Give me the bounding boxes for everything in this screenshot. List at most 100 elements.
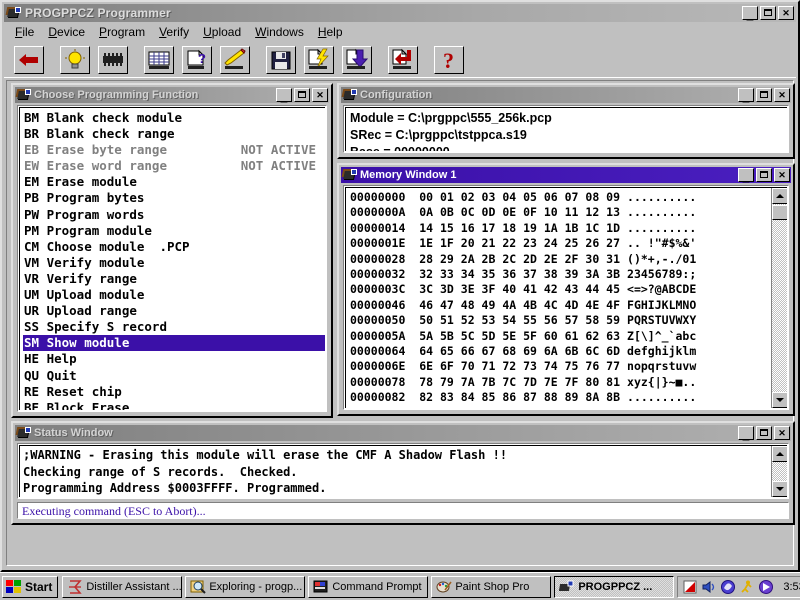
- config-maximize-button[interactable]: [756, 88, 772, 102]
- document-down-arrow-icon: [346, 48, 369, 69]
- function-list-item-re[interactable]: RE Reset chip: [23, 384, 325, 400]
- ms-dos-icon: [313, 579, 329, 595]
- taskbar-button-explorer[interactable]: Exploring - progp...: [185, 575, 306, 598]
- maximize-button[interactable]: [760, 6, 776, 20]
- running-man-icon[interactable]: [739, 579, 755, 595]
- hex-row: 00000014 14 15 16 17 18 19 1A 1B 1C 1D..…: [350, 221, 787, 236]
- memory-window[interactable]: Memory Window 1 _ ✕ 00000000 00 01 02 03…: [337, 163, 795, 416]
- status-maximize-button[interactable]: [756, 426, 772, 440]
- function-code: HE Help: [24, 351, 77, 367]
- status-scroll-up-button[interactable]: [772, 446, 787, 462]
- choose-minimize-button[interactable]: _: [276, 88, 292, 103]
- upload-button[interactable]: [342, 45, 372, 74]
- hex-bytes: 46 47 48 49 4A 4B 4C 4D 4E 4F: [405, 297, 621, 312]
- menu-program[interactable]: Program: [92, 24, 152, 40]
- function-list-item-em[interactable]: EM Erase module: [23, 174, 325, 190]
- red-flag-icon[interactable]: [682, 579, 698, 595]
- hex-ascii: PQRSTUVWXY: [627, 313, 697, 328]
- volume-speaker-icon[interactable]: [701, 579, 717, 595]
- choose-maximize-button[interactable]: [294, 88, 310, 102]
- function-list-item-he[interactable]: HE Help: [23, 351, 325, 367]
- start-label: Start: [25, 579, 53, 594]
- function-list-item-qu[interactable]: QU Quit: [23, 368, 325, 384]
- menu-help[interactable]: Help: [311, 24, 350, 40]
- taskbar-button-command-prompt[interactable]: Command Prompt: [308, 575, 429, 598]
- function-list-item-eb[interactable]: EB Erase byte range NOT ACTIVE: [23, 142, 325, 158]
- hex-bytes: 28 29 2A 2B 2C 2D 2E 2F 30 31: [405, 251, 621, 266]
- memory-maximize-button[interactable]: [756, 168, 772, 182]
- svg-text:?: ?: [198, 51, 206, 66]
- function-code: EW Erase word range: [24, 158, 167, 174]
- taskbar-button-progppcz[interactable]: PROGPPCZ ...: [554, 575, 675, 598]
- scroll-down-button[interactable]: [772, 392, 787, 408]
- function-list-item-pw[interactable]: PW Program words: [23, 207, 325, 223]
- blue-swirl-icon[interactable]: [720, 579, 736, 595]
- configuration-window[interactable]: Configuration _ ✕ Module = C:\prgppc\555…: [337, 83, 795, 159]
- start-button[interactable]: Start: [2, 575, 59, 598]
- function-list-item-pb[interactable]: PB Program bytes: [23, 190, 325, 206]
- function-list-item-vr[interactable]: VR Verify range: [23, 271, 325, 287]
- function-list-item-ew[interactable]: EW Erase word range NOT ACTIVE: [23, 158, 325, 174]
- help-button[interactable]: ?: [434, 45, 464, 74]
- taskbar-button-paint-shop-pro[interactable]: Paint Shop Pro: [431, 575, 552, 598]
- function-status: NOT ACTIVE: [240, 142, 316, 158]
- function-list-item-um[interactable]: UM Upload module: [23, 287, 325, 303]
- function-list-item-pm[interactable]: PM Program module: [23, 223, 325, 239]
- document-red-arrow-icon: [392, 48, 411, 69]
- identify-button[interactable]: ?: [182, 45, 212, 74]
- lightbulb-button[interactable]: [60, 45, 90, 74]
- function-list-item-vm[interactable]: VM Verify module: [23, 255, 325, 271]
- minimize-button[interactable]: _: [742, 6, 758, 21]
- back-arrow-button[interactable]: [14, 45, 44, 74]
- status-minimize-button[interactable]: _: [738, 426, 754, 441]
- menu-upload[interactable]: Upload: [196, 24, 248, 40]
- clock: 3:53 PM: [783, 580, 800, 593]
- media-player-icon[interactable]: [758, 579, 774, 595]
- windows-logo-icon: [6, 579, 22, 594]
- function-list-item-sm[interactable]: SM Show module: [23, 335, 325, 352]
- memory-close-button[interactable]: ✕: [774, 168, 790, 182]
- config-close-button[interactable]: ✕: [774, 88, 790, 102]
- status-scroll-down-button[interactable]: [772, 481, 787, 497]
- menu-device[interactable]: Device: [41, 24, 92, 40]
- function-list-item-br[interactable]: BR Blank check range: [23, 126, 325, 142]
- hex-bytes: 00 01 02 03 04 05 06 07 08 09: [405, 190, 621, 204]
- close-button[interactable]: ✕: [778, 6, 794, 20]
- programming-function-list[interactable]: BM Blank check module BR Blank check rang…: [20, 108, 325, 410]
- function-code: QU Quit: [24, 367, 77, 383]
- blank-check-button[interactable]: [144, 45, 174, 74]
- function-list-item-ur[interactable]: UR Upload range: [23, 303, 325, 319]
- taskbar-label: Exploring - progp...: [209, 580, 303, 593]
- menu-verify[interactable]: Verify: [152, 24, 196, 40]
- status-window[interactable]: Status Window _ ✕ ;WARNING - Erasing thi…: [11, 421, 795, 525]
- function-list-item-cm[interactable]: CM Choose module .PCP: [23, 239, 325, 255]
- save-button[interactable]: [266, 45, 296, 74]
- function-list-item-ss[interactable]: SS Specify S record: [23, 319, 325, 335]
- choose-close-button[interactable]: ✕: [312, 88, 328, 102]
- function-list-item-bm[interactable]: BM Blank check module: [23, 110, 325, 126]
- memory-vertical-scrollbar[interactable]: [771, 188, 787, 408]
- config-minimize-button[interactable]: _: [738, 88, 754, 103]
- hex-row: 00000000 00 01 02 03 04 05 06 07 08 09..…: [350, 190, 787, 205]
- memory-minimize-button[interactable]: _: [738, 168, 754, 183]
- choose-programming-function-window[interactable]: Choose Programming Function _ ✕ BM Blank…: [11, 83, 333, 418]
- menu-windows[interactable]: Windows: [248, 24, 311, 40]
- taskbar-button-distiller[interactable]: Distiller Assistant ...: [62, 575, 183, 598]
- hex-ascii: ..........: [627, 406, 696, 408]
- scroll-thumb[interactable]: [772, 205, 787, 220]
- verify-button[interactable]: [388, 45, 418, 74]
- document-lightning-icon: [308, 48, 329, 69]
- status-close-button[interactable]: ✕: [774, 426, 790, 440]
- chip-device-button[interactable]: [98, 45, 128, 74]
- system-tray: 3:53 PM: [677, 575, 800, 598]
- status-vertical-scrollbar[interactable]: [771, 446, 787, 497]
- function-list-item-be[interactable]: BE Block Erase: [23, 400, 325, 410]
- erase-button[interactable]: [220, 45, 250, 74]
- scroll-up-button[interactable]: [772, 188, 787, 204]
- taskbar-label: Command Prompt: [332, 580, 422, 593]
- hex-address: 00000082: [350, 390, 406, 405]
- program-button[interactable]: [304, 45, 334, 74]
- scroll-down-arrow-icon: [776, 487, 784, 491]
- hex-row: 0000000A 0A 0B 0C 0D 0E 0F 10 11 12 13..…: [350, 205, 787, 220]
- menu-file[interactable]: File: [8, 24, 41, 40]
